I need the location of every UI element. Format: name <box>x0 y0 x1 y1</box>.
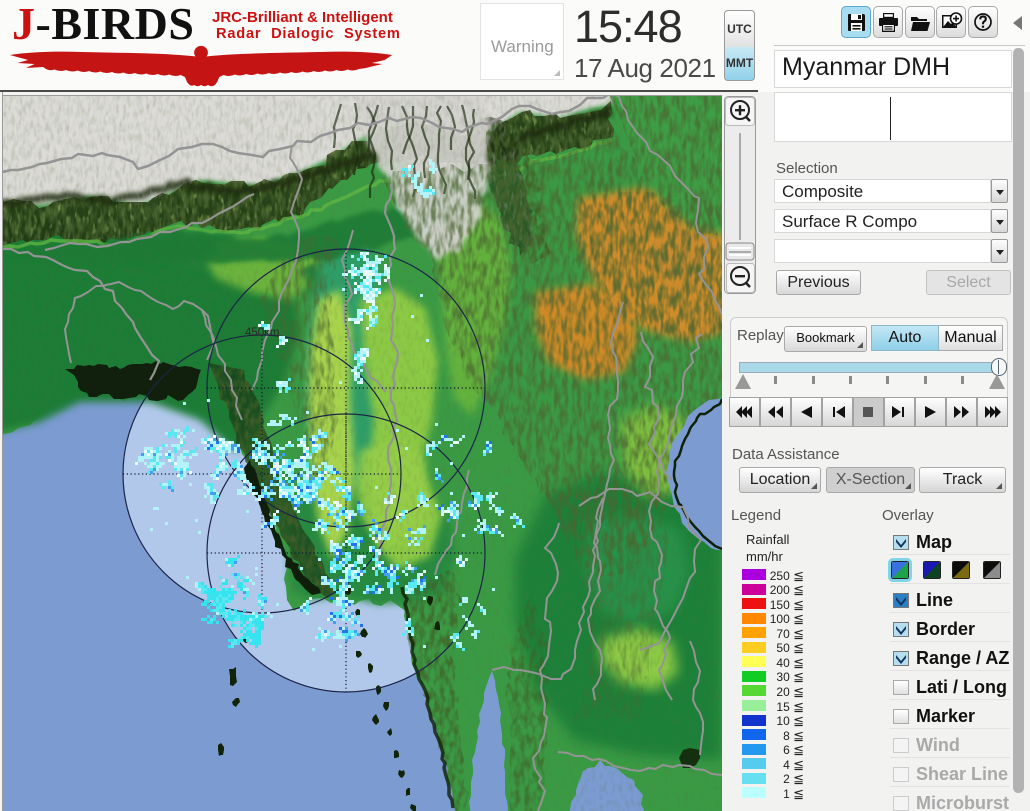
svg-text:450km: 450km <box>245 327 280 339</box>
